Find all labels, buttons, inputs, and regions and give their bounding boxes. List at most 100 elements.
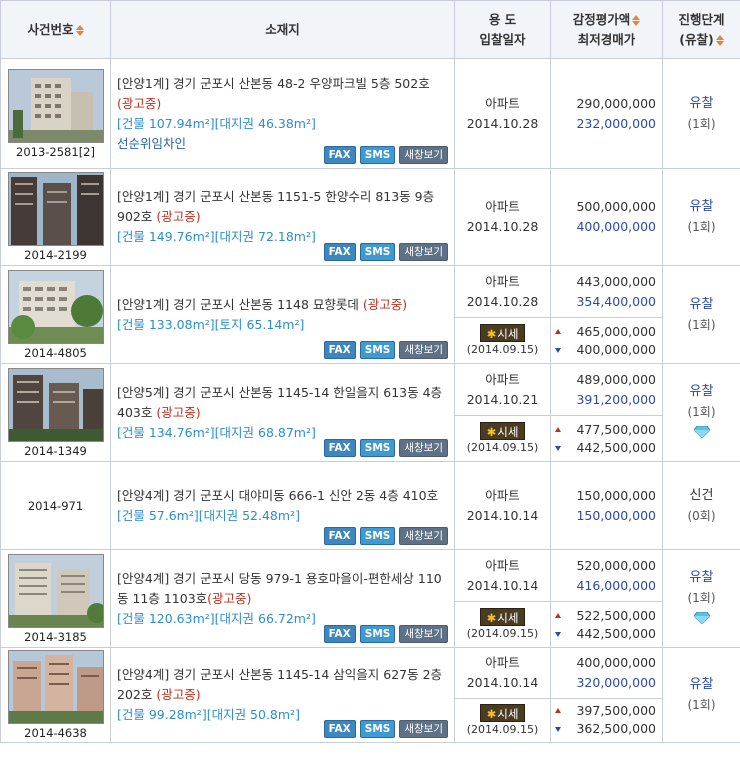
- case-cell[interactable]: 2014-4805: [0, 265, 111, 364]
- address-cell[interactable]: [안양5계] 경기 군포시 산본동 1145-14 한일을지 613동 4층 4…: [110, 363, 455, 462]
- sort-arrows-icon[interactable]: [75, 24, 84, 36]
- sms-button[interactable]: SMS: [359, 243, 396, 261]
- address-cell[interactable]: [안양4계] 경기 군포시 산본동 1145-14 삼익을지 627동 2층 2…: [110, 647, 455, 743]
- address[interactable]: [안양1계] 경기 군포시 산본동 1148 묘향롯데: [117, 297, 359, 312]
- market-date: (2014.09.15): [466, 627, 539, 640]
- fax-button[interactable]: FAX: [323, 439, 356, 457]
- ad-badge: (광고중): [117, 95, 162, 111]
- fail-count: (1회): [687, 116, 716, 131]
- address[interactable]: [안양4계] 경기 군포시 당동 979-1 용호마을이-편한세상 110동 1…: [117, 571, 442, 606]
- property-photo[interactable]: [7, 367, 104, 442]
- stage-status[interactable]: 유찰: [663, 94, 740, 114]
- market-price-button[interactable]: ✱시세: [479, 324, 526, 342]
- market-low: 362,500,000: [576, 721, 656, 737]
- up-arrow-icon: [555, 426, 561, 432]
- fail-count: (1회): [687, 220, 716, 234]
- address-cell[interactable]: [안양1계] 경기 군포시 산본동 1148 묘향롯데 (광고중) [건물 13…: [110, 265, 455, 364]
- stage-status[interactable]: 유찰: [663, 382, 740, 402]
- bid-date: 2014.10.21: [466, 391, 539, 407]
- ad-badge: (광고중): [156, 687, 201, 702]
- address-cell[interactable]: [안양4계] 경기 군포시 대야미동 666-1 신안 2동 4층 410호 […: [110, 461, 455, 550]
- property-photo[interactable]: [7, 172, 104, 246]
- new-window-button[interactable]: 새창보기: [399, 243, 448, 261]
- stage-cell: 유찰 (1회): [662, 549, 740, 648]
- case-cell[interactable]: 2014-3185: [0, 549, 111, 648]
- stage-status[interactable]: 유찰: [663, 295, 740, 315]
- market-cell[interactable]: ✱시세 (2014.09.15): [454, 317, 551, 364]
- case-cell[interactable]: 2014-2199: [0, 168, 111, 266]
- case-number: 2014-2199: [24, 248, 87, 262]
- stage-status[interactable]: 신건: [663, 486, 740, 506]
- table-row[interactable]: 2014-4638 [안양4계] 경기 군포시 산본동 1145-14 삼익을지…: [0, 647, 740, 743]
- price-cell: 520,000,000 416,000,000: [550, 549, 663, 602]
- property-photo[interactable]: [7, 68, 104, 143]
- stage-status[interactable]: 유찰: [663, 197, 740, 217]
- market-price-button[interactable]: ✱시세: [479, 608, 526, 626]
- sms-button[interactable]: SMS: [359, 527, 396, 545]
- sms-button[interactable]: SMS: [359, 720, 396, 738]
- address-cell[interactable]: [안양4계] 경기 군포시 당동 979-1 용호마을이-편한세상 110동 1…: [110, 549, 455, 648]
- new-window-button[interactable]: 새창보기: [399, 146, 448, 164]
- address-cell[interactable]: [안양1계] 경기 군포시 산본동 1151-5 한양수리 813동 9층 90…: [110, 168, 455, 266]
- market-date: (2014.09.15): [466, 441, 539, 454]
- table-row[interactable]: 2014-3185 [안양4계] 경기 군포시 당동 979-1 용호마을이-편…: [0, 549, 740, 648]
- diamond-icon[interactable]: [692, 424, 711, 444]
- area-info: [건물 107.94m²][대지권 46.38m²]: [117, 115, 316, 131]
- address[interactable]: [안양1계] 경기 군포시 산본동 48-2 우양파크빌 5층 502호: [117, 76, 430, 91]
- sort-stage[interactable]: 진행단계 (유찰): [662, 0, 740, 59]
- fax-button[interactable]: FAX: [323, 243, 356, 261]
- new-window-button[interactable]: 새창보기: [399, 720, 448, 738]
- market-price-button[interactable]: ✱시세: [479, 422, 526, 440]
- new-window-button[interactable]: 새창보기: [399, 527, 448, 545]
- case-cell[interactable]: 2014-1349: [0, 363, 111, 462]
- table-row[interactable]: 2013-2581[2] [안양1계] 경기 군포시 산본동 48-2 우양파크…: [0, 58, 740, 169]
- property-photo[interactable]: [7, 553, 104, 628]
- market-date: (2014.09.15): [466, 343, 539, 356]
- use-cell: 아파트 2014.10.28: [454, 58, 551, 169]
- new-window-button[interactable]: 새창보기: [399, 625, 448, 643]
- table-row[interactable]: 2014-2199 [안양1계] 경기 군포시 산본동 1151-5 한양수리 …: [0, 168, 740, 266]
- sort-arrows-icon[interactable]: [632, 14, 641, 26]
- table-row[interactable]: 2014-971 [안양4계] 경기 군포시 대야미동 666-1 신안 2동 …: [0, 461, 740, 550]
- address-cell[interactable]: [안양1계] 경기 군포시 산본동 48-2 우양파크빌 5층 502호 (광고…: [110, 58, 455, 169]
- property-photo[interactable]: [7, 650, 104, 724]
- sort-arrows-icon[interactable]: [715, 34, 724, 46]
- use-cell: 아파트 2014.10.14: [454, 647, 551, 699]
- case-cell[interactable]: 2014-4638: [0, 647, 111, 743]
- market-cell[interactable]: ✱시세 (2014.09.15): [454, 415, 551, 462]
- fax-button[interactable]: FAX: [323, 341, 356, 359]
- stage-status[interactable]: 유찰: [663, 568, 740, 588]
- up-arrow-icon: [555, 708, 561, 714]
- use-type: 아파트: [485, 273, 520, 289]
- fax-button[interactable]: FAX: [323, 527, 356, 545]
- sms-button[interactable]: SMS: [359, 341, 396, 359]
- new-window-button[interactable]: 새창보기: [399, 341, 448, 359]
- diamond-icon[interactable]: [692, 610, 711, 630]
- case-cell[interactable]: 2014-971: [0, 461, 111, 550]
- market-cell[interactable]: ✱시세 (2014.09.15): [454, 697, 551, 744]
- fax-button[interactable]: FAX: [323, 720, 356, 738]
- fail-count: (1회): [687, 404, 716, 419]
- sms-button[interactable]: SMS: [359, 625, 396, 643]
- sort-price[interactable]: 감정평가액 최저경매가: [550, 0, 663, 59]
- market-price-button[interactable]: ✱시세: [479, 703, 526, 722]
- minimum-price: 400,000,000: [576, 219, 656, 234]
- stage-status[interactable]: 유찰: [663, 675, 740, 695]
- new-window-button[interactable]: 새창보기: [399, 439, 448, 457]
- table-row[interactable]: 2014-4805 [안양1계] 경기 군포시 산본동 1148 묘향롯데 (광…: [0, 265, 740, 364]
- sort-case-no[interactable]: 사건번호: [0, 0, 111, 59]
- table-row[interactable]: 2014-1349 [안양5계] 경기 군포시 산본동 1145-14 한일을지…: [0, 363, 740, 462]
- market-cell[interactable]: ✱시세 (2014.09.15): [454, 601, 551, 648]
- price-cell: 443,000,000 354,400,000: [550, 265, 663, 318]
- down-arrow-icon: [555, 631, 561, 637]
- sms-button[interactable]: SMS: [359, 439, 396, 457]
- up-arrow-icon: [555, 328, 561, 334]
- address[interactable]: [안양4계] 경기 군포시 대야미동 666-1 신안 2동 4층 410호: [117, 486, 448, 506]
- fax-button[interactable]: FAX: [323, 146, 356, 164]
- area-info: [건물 57.6m²][대지권 52.48m²]: [117, 507, 300, 523]
- sms-button[interactable]: SMS: [359, 146, 396, 164]
- minimum-price: 150,000,000: [576, 507, 656, 523]
- case-cell[interactable]: 2013-2581[2]: [0, 58, 111, 169]
- property-photo[interactable]: [7, 269, 104, 344]
- fax-button[interactable]: FAX: [323, 625, 356, 643]
